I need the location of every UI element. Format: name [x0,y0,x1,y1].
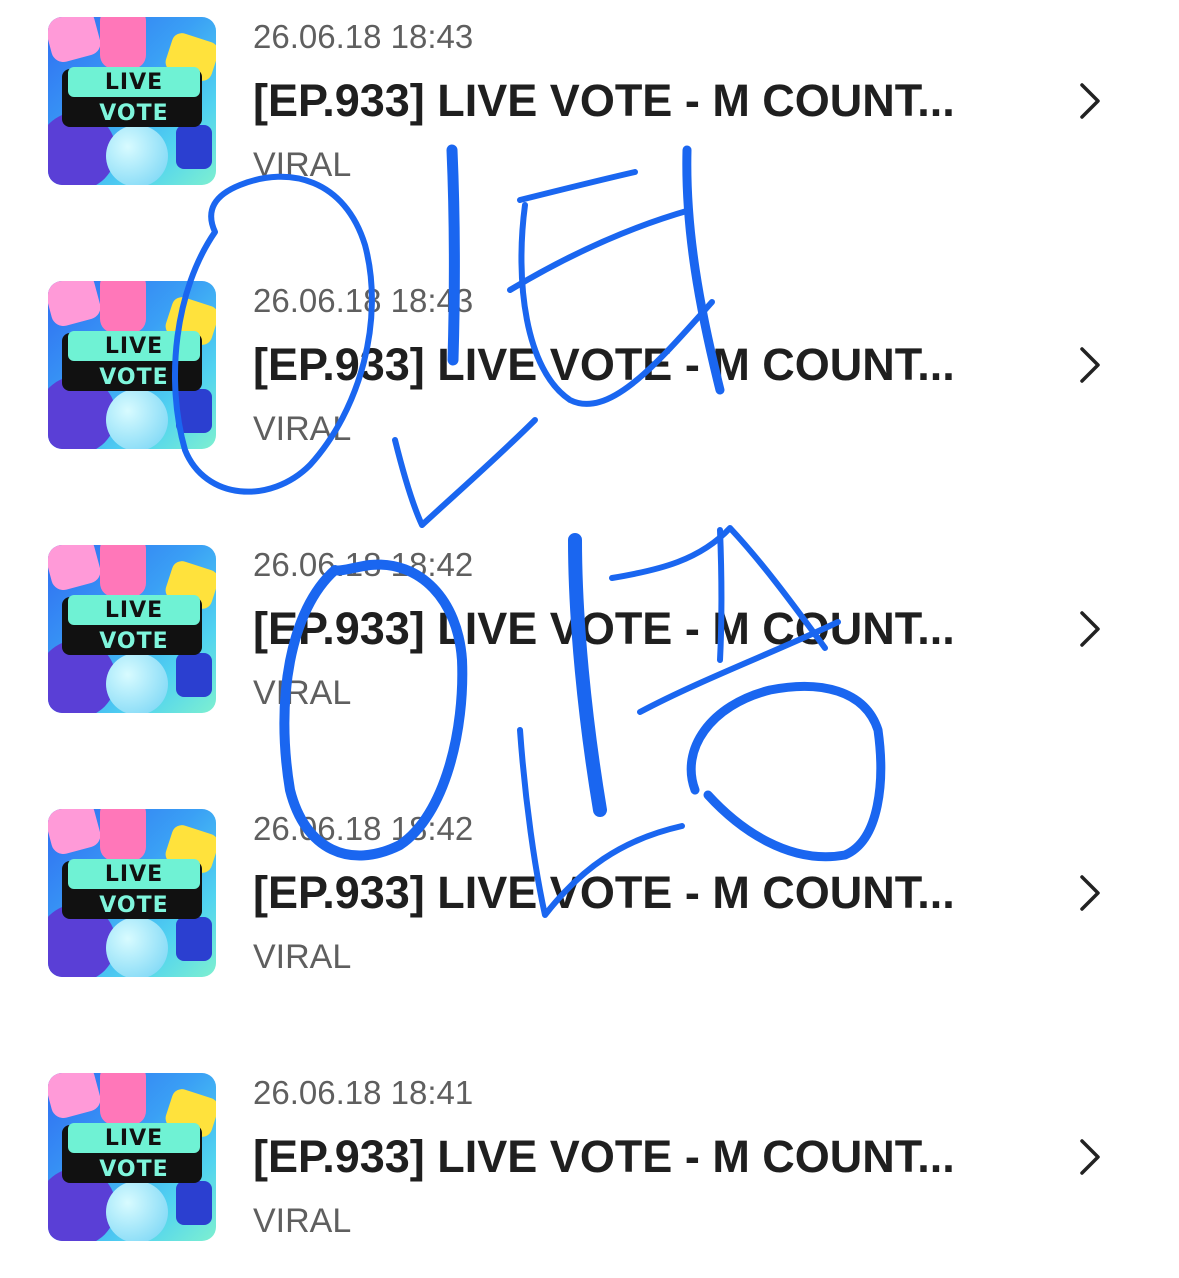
item-category: VIRAL [253,938,352,976]
live-vote-thumbnail: LIVE VOTE [48,545,216,713]
list-item[interactable]: LIVE VOTE 26.06.18 18:42 [EP.933] LIVE V… [0,809,1179,1009]
item-category: VIRAL [253,410,352,448]
thumbnail-text-vote: VOTE [99,628,169,654]
chevron-right-icon[interactable] [1074,609,1104,649]
vote-history-list: LIVE VOTE 26.06.18 18:43 [EP.933] LIVE V… [0,0,1179,1278]
live-vote-thumbnail: LIVE VOTE [48,17,216,185]
item-timestamp: 26.06.18 18:42 [253,810,474,847]
thumbnail-text-live: LIVE [68,67,200,97]
item-timestamp: 26.06.18 18:42 [253,546,474,583]
chevron-right-icon[interactable] [1074,345,1104,385]
item-title: [EP.933] LIVE VOTE - M COUNT... [253,1131,955,1182]
chevron-right-icon[interactable] [1074,81,1104,121]
list-item[interactable]: LIVE VOTE 26.06.18 18:43 [EP.933] LIVE V… [0,17,1179,217]
item-category: VIRAL [253,674,352,712]
list-item[interactable]: LIVE VOTE 26.06.18 18:43 [EP.933] LIVE V… [0,281,1179,481]
item-title: [EP.933] LIVE VOTE - M COUNT... [253,75,955,126]
item-timestamp: 26.06.18 18:43 [253,282,474,319]
thumbnail-text-live: LIVE [68,1123,200,1153]
thumbnail-text-vote: VOTE [99,100,169,126]
item-title: [EP.933] LIVE VOTE - M COUNT... [253,339,955,390]
item-title: [EP.933] LIVE VOTE - M COUNT... [253,603,955,654]
chevron-right-icon[interactable] [1074,873,1104,913]
thumbnail-text-live: LIVE [68,331,200,361]
item-timestamp: 26.06.18 18:43 [253,18,474,55]
item-timestamp: 26.06.18 18:41 [253,1074,474,1111]
list-item[interactable]: LIVE VOTE 26.06.18 18:41 [EP.933] LIVE V… [0,1073,1179,1273]
thumbnail-text-vote: VOTE [99,364,169,390]
live-vote-thumbnail: LIVE VOTE [48,1073,216,1241]
chevron-right-icon[interactable] [1074,1137,1104,1177]
item-title: [EP.933] LIVE VOTE - M COUNT... [253,867,955,918]
live-vote-thumbnail: LIVE VOTE [48,809,216,977]
item-category: VIRAL [253,1202,352,1240]
thumbnail-text-live: LIVE [68,595,200,625]
thumbnail-text-vote: VOTE [99,892,169,918]
item-category: VIRAL [253,146,352,184]
thumbnail-text-vote: VOTE [99,1156,169,1182]
thumbnail-text-live: LIVE [68,859,200,889]
live-vote-thumbnail: LIVE VOTE [48,281,216,449]
list-item[interactable]: LIVE VOTE 26.06.18 18:42 [EP.933] LIVE V… [0,545,1179,745]
